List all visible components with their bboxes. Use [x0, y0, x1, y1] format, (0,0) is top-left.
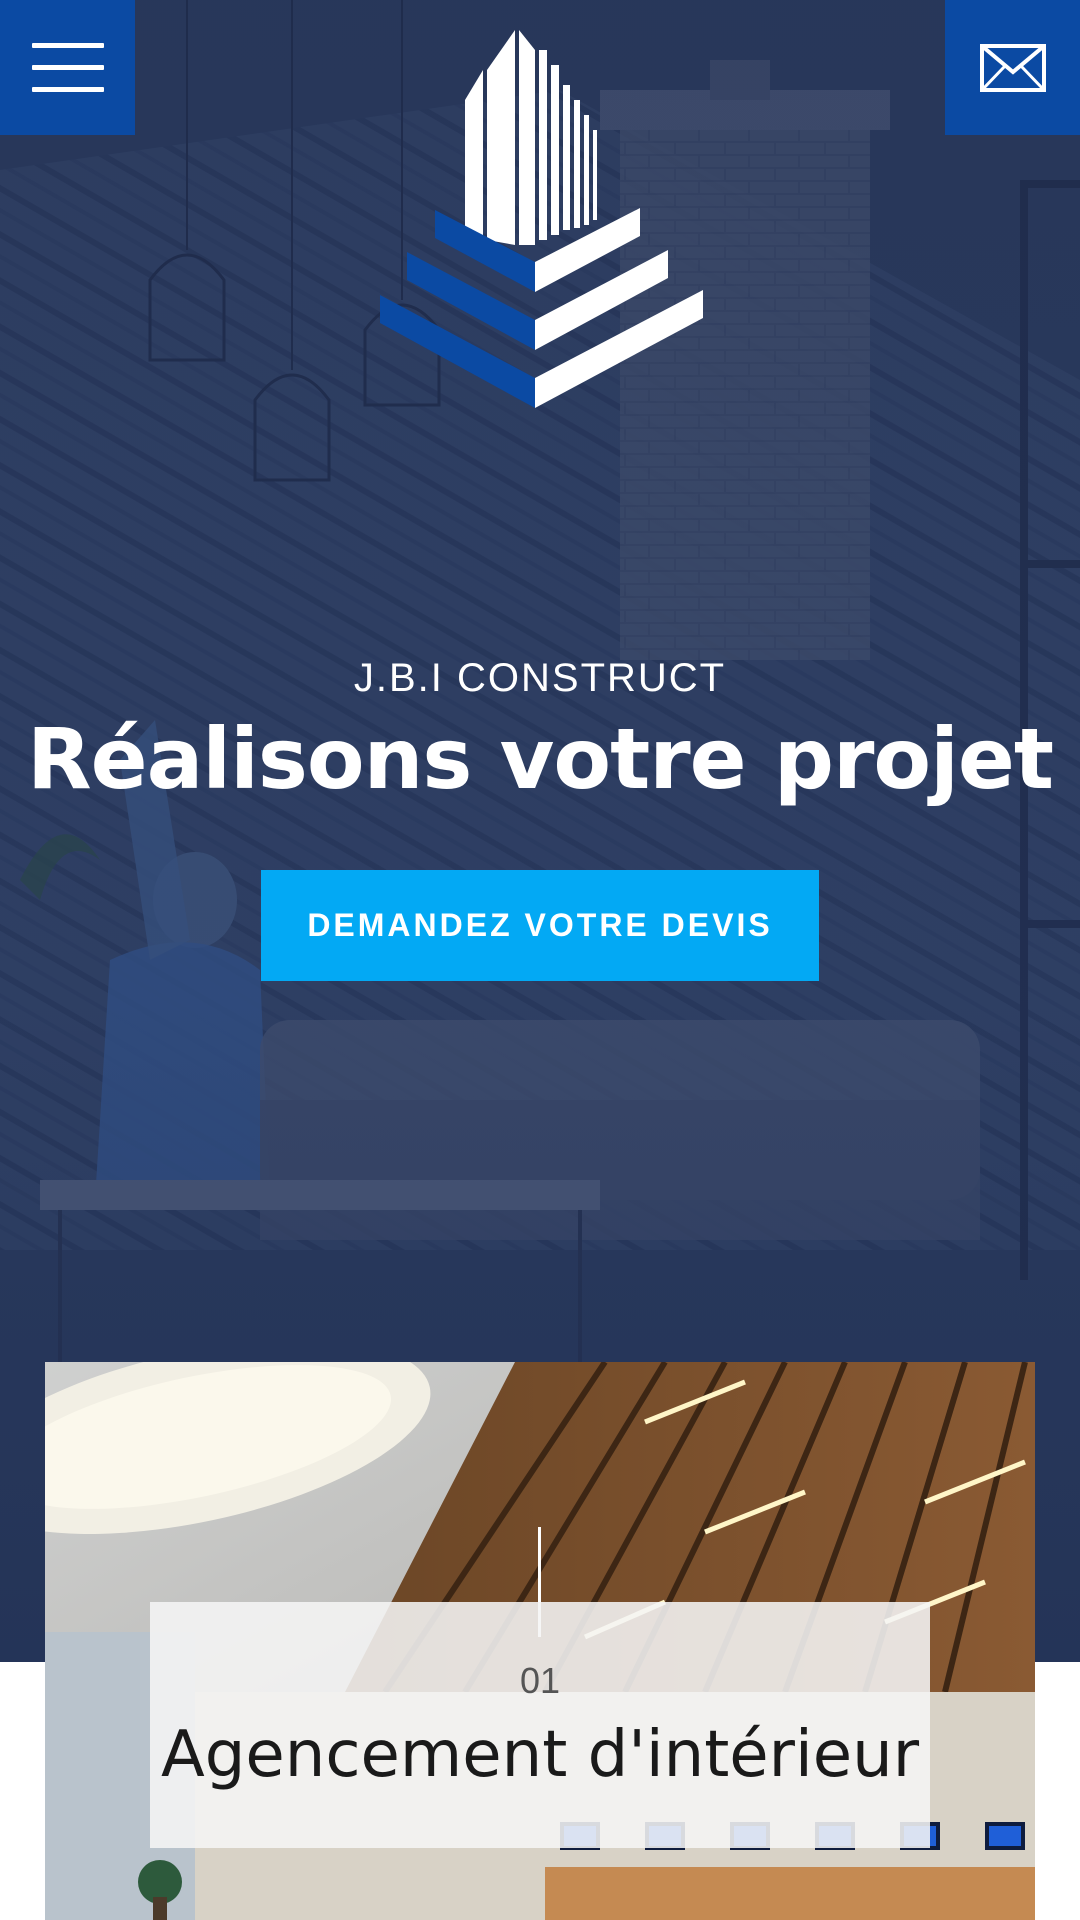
hero-eyebrow-brand: J.B.I CONSTRUCT [353, 656, 727, 700]
jbi-building-logo[interactable] [375, 30, 705, 415]
hamburger-menu-icon-bar [31, 87, 104, 92]
envelope-icon [979, 43, 1046, 92]
service-number: 01 [519, 1660, 561, 1701]
service-title[interactable]: Agencement d'intérieur [0, 1718, 1080, 1792]
contact-mail-button[interactable] [945, 0, 1080, 135]
hamburger-menu-icon [31, 43, 104, 48]
hero-title: Réalisons votre projet [26, 710, 1054, 808]
hamburger-menu-icon-bar [31, 65, 104, 70]
menu-button[interactable] [0, 0, 135, 135]
request-quote-button[interactable]: DEMANDEZ VOTRE DEVIS [261, 870, 819, 981]
service-card[interactable]: 01 [45, 1362, 1035, 1920]
